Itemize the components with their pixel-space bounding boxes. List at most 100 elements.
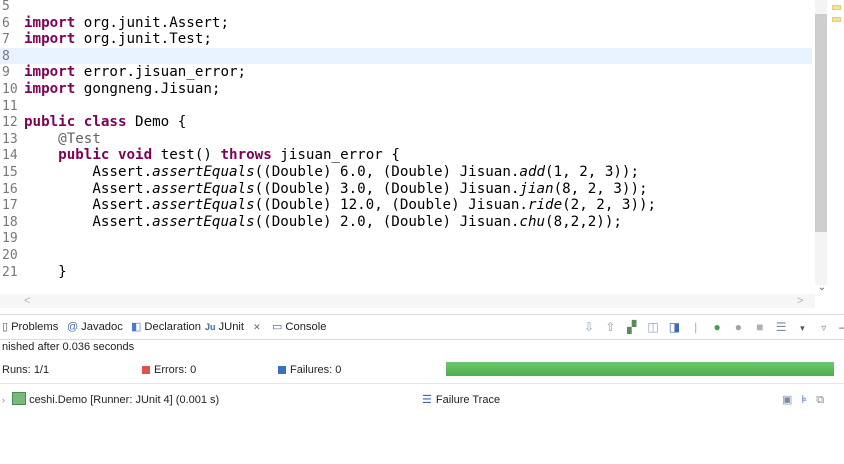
code-token: import: [24, 31, 76, 48]
horizontal-scrollbar[interactable]: < >: [0, 294, 815, 308]
compare-result-icon[interactable]: ▣: [782, 394, 792, 406]
code-token: Demo {: [126, 114, 187, 131]
filter-stack-trace-icon[interactable]: ⊧: [801, 394, 807, 406]
code-token: ride: [527, 197, 563, 214]
scroll-left-arrow-icon[interactable]: <: [24, 294, 30, 308]
code-token: public: [58, 147, 110, 164]
previous-failure-icon[interactable]: ⇧: [603, 315, 617, 339]
code-line[interactable]: 10 import gongneng.Jisuan;: [0, 81, 812, 98]
runs-label: Runs:: [2, 364, 31, 376]
scroll-right-arrow-icon[interactable]: >: [797, 294, 803, 308]
show-failures-only-icon[interactable]: ▞: [625, 315, 639, 339]
code-token: assertEquals: [152, 213, 255, 230]
code-token: Assert.: [24, 163, 153, 180]
code-token: Assert.: [24, 180, 153, 197]
line-number: 5: [2, 0, 10, 14]
history-icon[interactable]: ☰: [774, 315, 788, 339]
code-token: import: [24, 14, 76, 31]
failures-value: 0: [335, 364, 342, 376]
code-line[interactable]: 15 Assert.assertEquals((Double) 6.0, (Do…: [0, 164, 812, 181]
line-number: 8: [2, 48, 10, 64]
code-token: import: [24, 64, 76, 81]
code-line[interactable]: 13 @Test: [0, 131, 812, 148]
view-menu-icon[interactable]: ▿: [817, 317, 831, 341]
code-line[interactable]: 6 import org.junit.Assert;: [0, 15, 812, 32]
tab-javadoc[interactable]: @ Javadoc: [67, 315, 123, 339]
failure-trace-icon: ☰: [422, 394, 432, 406]
code-line[interactable]: 8: [0, 47, 812, 65]
code-token: @Test: [58, 130, 101, 147]
scroll-lock-icon[interactable]: ◨: [667, 315, 681, 339]
rerun-failed-icon[interactable]: ●: [731, 315, 745, 339]
scroll-down-arrow-icon[interactable]: ⌄: [817, 283, 827, 293]
vertical-scrollbar-thumb[interactable]: [815, 14, 827, 232]
code-editor[interactable]: 5 6 import org.junit.Assert; 7 import org.ju…: [0, 0, 844, 294]
runs-counter: Runs: 1/1: [2, 359, 49, 381]
code-token: org.junit.Assert;: [75, 14, 229, 31]
tab-problems[interactable]: ▯ Problems: [2, 315, 58, 339]
code-token: throws: [220, 147, 272, 164]
overview-marker[interactable]: [832, 17, 841, 22]
code-line[interactable]: 18 Assert.assertEquals((Double) 2.0, (Do…: [0, 214, 812, 231]
overview-ruler[interactable]: [828, 0, 844, 294]
overview-marker[interactable]: [832, 5, 841, 10]
console-icon: ▭: [272, 321, 283, 333]
code-token: ((Double) 6.0, (Double) Jisuan.: [254, 163, 520, 180]
code-token: (1, 2, 3));: [545, 163, 640, 180]
code-line[interactable]: 17 Assert.assertEquals((Double) 12.0, (D…: [0, 197, 812, 214]
code-lines[interactable]: 5 6 import org.junit.Assert; 7 import org.ju…: [0, 0, 812, 280]
test-suite-icon: [12, 392, 27, 405]
code-token: (8,2,2));: [545, 213, 622, 230]
code-line[interactable]: 21 }: [0, 264, 812, 281]
line-number: 6: [2, 15, 10, 31]
code-token: ((Double) 3.0, (Double) Jisuan.: [254, 180, 520, 197]
code-token: ((Double) 12.0, (Double) Jisuan.: [254, 197, 528, 214]
code-token: public: [24, 114, 76, 131]
code-token: ((Double) 2.0, (Double) Jisuan.: [254, 213, 520, 230]
code-line[interactable]: 19: [0, 230, 812, 247]
show-skipped-icon[interactable]: ◫: [646, 315, 660, 339]
copy-trace-icon[interactable]: ⧉: [816, 394, 824, 406]
code-line[interactable]: 14 public void test() throws jisuan_erro…: [0, 147, 812, 164]
code-token: error.jisuan_error;: [75, 64, 247, 81]
failures-label: Failures:: [290, 364, 333, 376]
code-line[interactable]: 12 public class Demo {: [0, 114, 812, 131]
line-number: 10: [2, 81, 18, 97]
rerun-test-icon[interactable]: ●: [710, 315, 724, 339]
junit-progress-bar: [446, 362, 834, 376]
tab-console[interactable]: ▭ Console: [272, 315, 326, 339]
code-line[interactable]: 11: [0, 98, 812, 115]
tab-junit[interactable]: Ju JUnit ✕: [205, 315, 261, 339]
code-line[interactable]: 20: [0, 247, 812, 264]
vertical-scrollbar[interactable]: [815, 0, 827, 285]
errors-label: Errors:: [154, 364, 187, 376]
code-line[interactable]: 5: [0, 0, 812, 15]
stop-icon[interactable]: ■: [753, 315, 767, 339]
next-failure-icon[interactable]: ⇩: [582, 315, 596, 339]
view-tab-bar: ▯ Problems @ Javadoc ◧ Declaration Ju JUnit …: [0, 314, 844, 340]
line-number: 11: [2, 98, 18, 114]
test-tree-item[interactable]: › ceshi.Demo [Runner: JUnit 4] (0.001 s): [0, 392, 219, 408]
code-token: test(): [152, 147, 221, 164]
line-number: 12: [2, 115, 18, 131]
code-token: add: [519, 163, 546, 180]
code-line[interactable]: 7 import org.junit.Test;: [0, 31, 812, 48]
tab-label: JUnit: [218, 321, 245, 333]
code-token: assertEquals: [152, 197, 255, 214]
expand-icon[interactable]: ›: [2, 395, 5, 405]
failure-icon: [278, 366, 286, 374]
code-token: (8, 2, 3));: [553, 180, 648, 197]
failure-trace-toolbar: ▣ ⊧ ⧉: [782, 392, 824, 408]
code-token: void: [117, 147, 153, 164]
code-token: jisuan_error {: [271, 147, 400, 164]
line-number: 7: [2, 32, 10, 48]
tab-declaration[interactable]: ◧ Declaration: [131, 315, 201, 339]
close-icon[interactable]: ✕: [253, 322, 261, 332]
code-line[interactable]: 16 Assert.assertEquals((Double) 3.0, (Do…: [0, 181, 812, 198]
code-line[interactable]: 9 import error.jisuan_error;: [0, 64, 812, 81]
minimize-icon[interactable]: —: [838, 315, 844, 339]
history-dropdown-icon[interactable]: ▾: [795, 316, 809, 340]
